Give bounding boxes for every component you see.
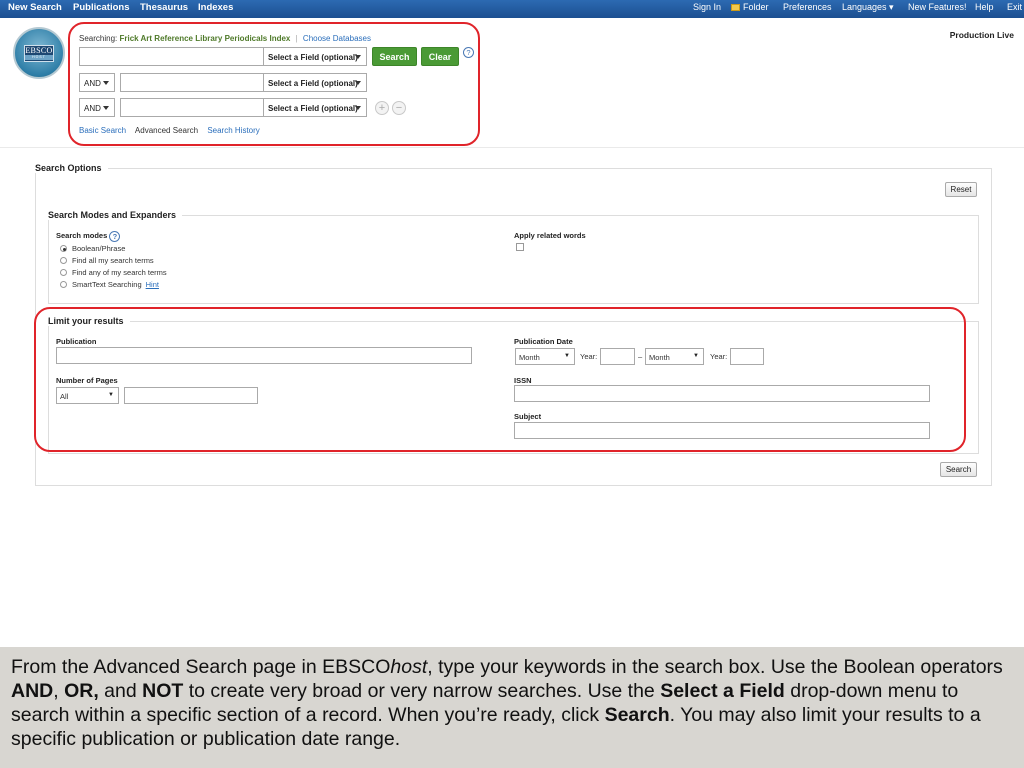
mode-label: SmartText Searching <box>72 280 142 289</box>
hint-link[interactable]: Hint <box>146 280 159 289</box>
nav-sign-in[interactable]: Sign In <box>693 2 721 12</box>
highlight-outline-limits <box>34 307 966 452</box>
caption-text: From the Advanced Search page in EBSCO <box>11 656 391 678</box>
mode-label: Boolean/Phrase <box>72 244 126 253</box>
search-modes-rule <box>48 215 979 216</box>
mode-label: Find all my search terms <box>72 256 154 265</box>
nav-indexes[interactable]: Indexes <box>198 2 233 13</box>
search-modes-title: Search Modes and Expanders <box>48 210 183 220</box>
mode-find-all[interactable]: Find all my search terms <box>60 256 154 265</box>
radio-icon <box>60 257 67 264</box>
caption-and: AND <box>11 680 54 702</box>
apply-related-words-label: Apply related words <box>514 231 586 240</box>
nav-help[interactable]: Help <box>975 2 994 12</box>
search-options-rule <box>35 168 992 169</box>
search-header: EBSCO HOST Production Live Searching: Fr… <box>0 18 1024 148</box>
nav-new-features[interactable]: New Features! <box>908 2 967 12</box>
radio-selected-icon <box>60 245 67 252</box>
folder-icon <box>731 4 740 11</box>
help-icon[interactable]: ? <box>109 231 121 242</box>
mode-smarttext[interactable]: SmartText Searching Hint <box>60 280 159 289</box>
reset-button[interactable]: Reset <box>945 182 977 197</box>
radio-icon <box>60 269 67 276</box>
production-live-label: Production Live <box>949 30 1014 40</box>
apply-related-words-checkbox[interactable] <box>516 243 524 251</box>
search-options-title: Search Options <box>35 163 108 173</box>
radio-icon <box>60 281 67 288</box>
nav-folder[interactable]: Folder <box>731 2 769 12</box>
logo-badge: EBSCO HOST <box>24 45 54 62</box>
caption-text: to create very broad or very narrow sear… <box>183 680 661 702</box>
mode-find-any[interactable]: Find any of my search terms <box>60 268 167 277</box>
caption-text: , <box>53 680 65 702</box>
logo-text-host: HOST <box>25 55 53 60</box>
search-modes-text: Search modes <box>56 231 108 240</box>
nav-thesaurus[interactable]: Thesaurus <box>140 2 188 13</box>
caption-search: Search <box>604 704 670 726</box>
caption-or: OR, <box>64 680 99 702</box>
caption-text: and <box>98 680 143 702</box>
ebsco-host-logo[interactable]: EBSCO HOST <box>13 27 65 79</box>
caption-not: NOT <box>142 680 184 702</box>
highlight-outline-search <box>68 22 480 146</box>
nav-languages[interactable]: Languages ▾ <box>842 2 894 13</box>
search-modes-panel <box>48 215 979 304</box>
caption-host-italic: host <box>390 656 428 678</box>
mode-label: Find any of my search terms <box>72 268 167 277</box>
top-navigation-bar: New Search Publications Thesaurus Indexe… <box>0 0 1024 18</box>
caption-text: , type your keywords in the search box. … <box>427 656 1003 678</box>
instruction-caption: From the Advanced Search page in EBSCOho… <box>0 647 1024 768</box>
bottom-search-button[interactable]: Search <box>940 462 977 477</box>
nav-publications[interactable]: Publications <box>73 2 129 13</box>
search-modes-label: Search modes ? <box>56 230 121 242</box>
caption-select-field: Select a Field <box>660 680 785 702</box>
nav-preferences[interactable]: Preferences <box>783 2 832 12</box>
logo-text-ebsco: EBSCO <box>25 46 53 55</box>
nav-folder-label: Folder <box>743 2 769 12</box>
mode-boolean-phrase[interactable]: Boolean/Phrase <box>60 244 125 253</box>
nav-exit[interactable]: Exit <box>1007 2 1022 12</box>
nav-new-search[interactable]: New Search <box>8 2 62 13</box>
